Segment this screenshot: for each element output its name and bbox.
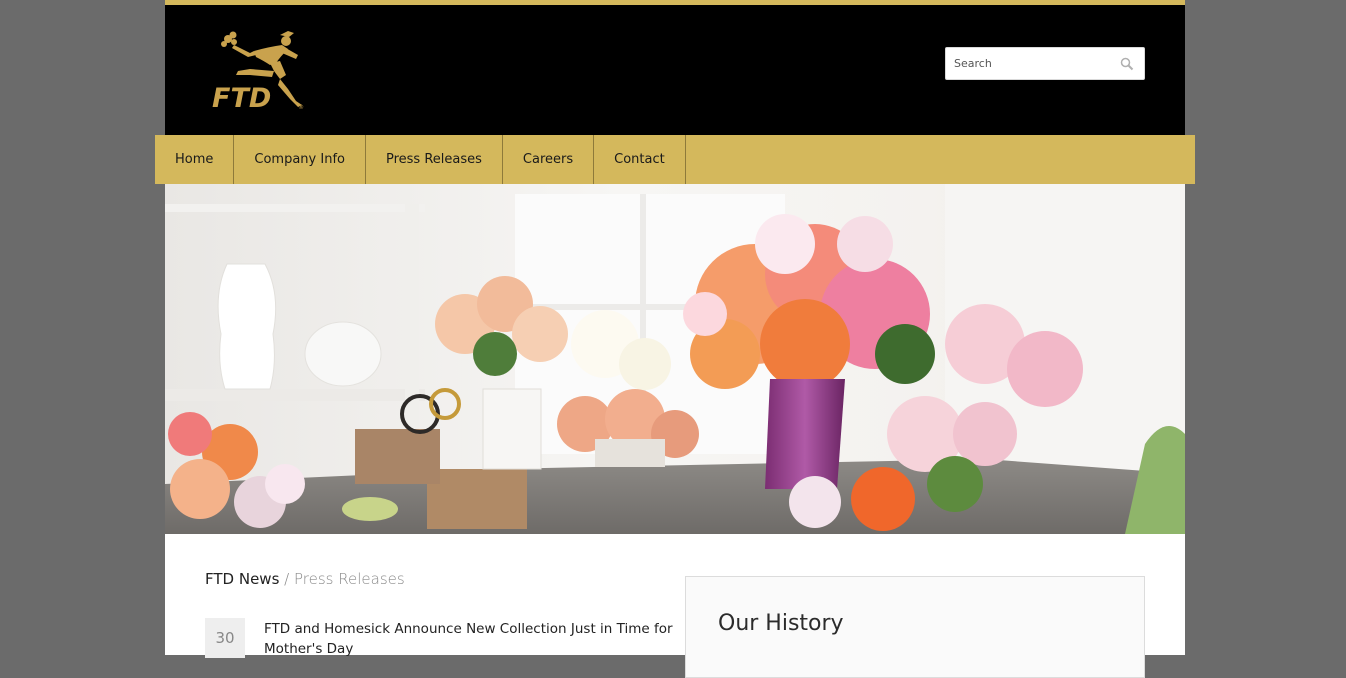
nav-company-info[interactable]: Company Info xyxy=(234,135,366,184)
nav-careers[interactable]: Careers xyxy=(503,135,595,184)
breadcrumb-root[interactable]: FTD News xyxy=(205,570,279,588)
news-date-day: 30 xyxy=(205,618,245,658)
search-input[interactable] xyxy=(946,48,1114,79)
search-icon[interactable] xyxy=(1120,57,1134,71)
breadcrumb-separator: / xyxy=(284,570,290,588)
nav-contact[interactable]: Contact xyxy=(594,135,686,184)
search-box xyxy=(945,47,1145,80)
site-header: FTD ® xyxy=(165,5,1185,135)
news-title-link[interactable]: FTD and Homesick Announce New Collection… xyxy=(264,619,674,659)
flower-arrangement-photo xyxy=(165,184,1185,534)
main-content: FTD News / Press Releases 30 FTD and Hom… xyxy=(165,534,1185,678)
ftd-logo[interactable]: FTD ® xyxy=(210,27,315,114)
history-panel: Our History xyxy=(685,576,1145,678)
nav-press-releases[interactable]: Press Releases xyxy=(366,135,503,184)
hero-image xyxy=(165,184,1185,534)
logo-text: FTD xyxy=(212,83,271,112)
svg-text:®: ® xyxy=(298,104,304,111)
mercury-logo-icon: FTD ® xyxy=(212,31,304,114)
history-title: Our History xyxy=(718,611,844,636)
breadcrumb-current: Press Releases xyxy=(294,570,405,588)
main-navigation: Home Company Info Press Releases Careers… xyxy=(155,135,1195,184)
breadcrumb: FTD News / Press Releases xyxy=(205,570,405,588)
nav-home[interactable]: Home xyxy=(155,135,235,184)
page-container: FTD ® Search FTD News / Press Releases 3… xyxy=(165,0,1185,678)
